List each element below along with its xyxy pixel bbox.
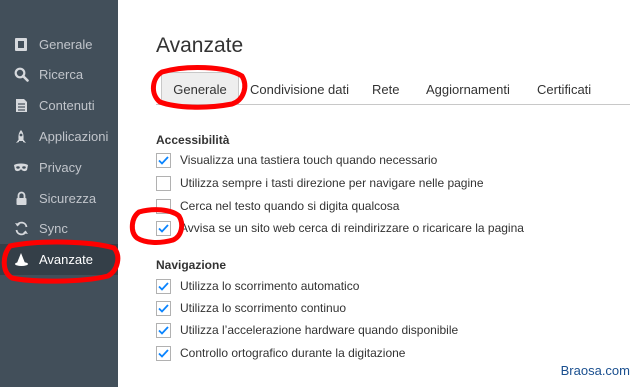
option-row[interactable]: Utilizza l’accelerazione hardware quando… — [156, 321, 458, 339]
option-label: Utilizza sempre i tasti direzione per na… — [180, 176, 484, 190]
sidebar-item-label: Contenuti — [39, 98, 95, 113]
tab-certificati[interactable]: Certificati — [537, 72, 591, 104]
tab-condivisione-dati[interactable]: Condivisione dati — [250, 72, 349, 104]
checkbox-checked[interactable] — [156, 300, 171, 316]
sidebar-item-label: Sicurezza — [39, 191, 97, 206]
checkbox-checked[interactable] — [156, 278, 171, 294]
tab-rete[interactable]: Rete — [372, 72, 399, 104]
option-label: Cerca nel testo quando si digita qualcos… — [180, 199, 400, 213]
option-row[interactable]: Utilizza sempre i tasti direzione per na… — [156, 174, 484, 192]
sidebar-item-label: Ricerca — [39, 67, 84, 82]
checkbox-checked[interactable] — [156, 220, 171, 236]
option-label: Avvisa se un sito web cerca di reindiriz… — [180, 221, 524, 235]
wizard-hat-icon — [13, 252, 29, 268]
section-heading-navigazione: Navigazione — [156, 258, 227, 272]
watermark: Braosa.com — [560, 363, 630, 378]
sidebar-item-applicazioni[interactable]: Applicazioni — [0, 121, 118, 152]
sidebar-item-label: Sync — [39, 221, 68, 236]
sidebar-item-privacy[interactable]: Privacy — [0, 152, 118, 183]
main-panel: Avanzate Generale Condivisione dati Rete… — [118, 0, 640, 387]
option-row[interactable]: Visualizza una tastiera touch quando nec… — [156, 151, 437, 169]
checkbox-checked[interactable] — [156, 345, 171, 361]
section-heading-accessibilita: Accessibilità — [156, 133, 230, 147]
rocket-icon — [13, 129, 29, 145]
option-label: Controllo ortografico durante la digitaz… — [180, 346, 406, 360]
page-icon — [13, 37, 29, 53]
option-row[interactable]: Controllo ortografico durante la digitaz… — [156, 344, 405, 362]
option-label: Utilizza lo scorrimento continuo — [180, 301, 347, 315]
option-row[interactable]: Cerca nel testo quando si digita qualcos… — [156, 197, 399, 215]
sidebar-item-label: Avanzate — [39, 252, 93, 267]
sidebar-item-sync[interactable]: Sync — [0, 213, 118, 244]
sidebar-item-avanzate[interactable]: Avanzate — [0, 244, 118, 275]
mask-icon — [13, 160, 29, 176]
option-row[interactable]: Utilizza lo scorrimento automatico — [156, 277, 359, 295]
sidebar-item-label: Applicazioni — [39, 129, 109, 144]
option-row[interactable]: Avvisa se un sito web cerca di reindiriz… — [156, 219, 524, 237]
sidebar-item-label: Privacy — [39, 160, 82, 175]
search-icon — [13, 67, 29, 83]
sync-icon — [13, 221, 29, 237]
sidebar-item-contenuti[interactable]: Contenuti — [0, 90, 118, 121]
checkbox-checked[interactable] — [156, 322, 171, 338]
option-label: Utilizza l’accelerazione hardware quando… — [180, 323, 459, 337]
tab-aggiornamenti[interactable]: Aggiornamenti — [426, 72, 510, 104]
checkbox-unchecked[interactable] — [156, 175, 171, 191]
tab-bar: Generale Condivisione dati Rete Aggiorna… — [156, 72, 630, 105]
document-icon — [13, 98, 29, 114]
sidebar-item-ricerca[interactable]: Ricerca — [0, 59, 118, 90]
sidebar-item-label: Generale — [39, 37, 93, 52]
checkbox-checked[interactable] — [156, 152, 171, 168]
option-label: Visualizza una tastiera touch quando nec… — [180, 153, 438, 167]
sidebar-item-generale[interactable]: Generale — [0, 29, 118, 60]
tab-generale[interactable]: Generale — [161, 72, 239, 104]
option-row[interactable]: Utilizza lo scorrimento continuo — [156, 299, 346, 317]
option-label: Utilizza lo scorrimento automatico — [180, 279, 360, 293]
sidebar-item-sicurezza[interactable]: Sicurezza — [0, 183, 118, 214]
sidebar: Generale Ricerca Contenuti Applicazioni … — [0, 0, 118, 387]
page-title: Avanzate — [156, 34, 244, 57]
checkbox-unchecked[interactable] — [156, 198, 171, 214]
lock-icon — [13, 191, 29, 207]
